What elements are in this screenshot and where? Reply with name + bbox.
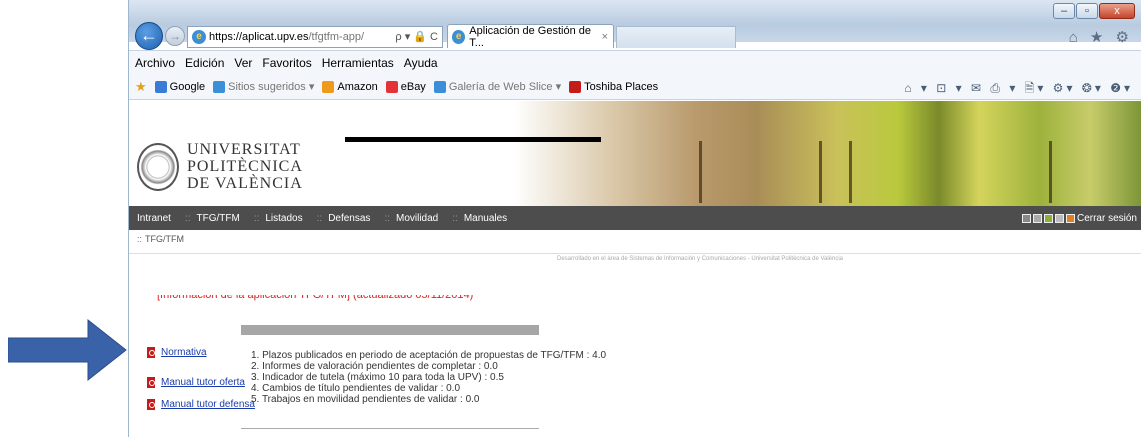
notice-line: [Información de la aplicación TFG/TFM] (… (157, 295, 529, 301)
annotation-arrow (8, 318, 127, 382)
pdf-icon (147, 377, 155, 388)
pdf-icon (147, 399, 155, 410)
fav-ebay[interactable]: eBay (385, 80, 426, 93)
window-controls: – ▫ x (1053, 3, 1135, 19)
web-page: UNIVERSITAT POLITÈCNICA DE VALÈNCIA Intr… (129, 101, 1141, 437)
nav-right: Cerrar sesión (1021, 213, 1137, 224)
menu-edicion[interactable]: Edición (185, 56, 224, 70)
lang-icon[interactable] (1032, 213, 1042, 223)
fav-sitios-sugeridos[interactable]: Sitios sugeridos ▾ (213, 80, 314, 93)
stats-panel-footer (241, 428, 539, 429)
main-nav: Intranet :: TFG/TFM :: Listados :: Defensas… (129, 206, 1141, 230)
nav-listados[interactable]: Listados (265, 213, 302, 224)
maximize-button[interactable]: ▫ (1076, 3, 1098, 19)
tab-close-icon[interactable]: × (602, 31, 608, 43)
pdf-icon (147, 347, 155, 358)
stat-item: Indicador de tutela (máximo 10 para toda… (251, 372, 606, 383)
fav-amazon[interactable]: Amazon (322, 80, 378, 93)
ie-tab-icon: e (452, 29, 466, 44)
upv-logo[interactable]: UNIVERSITAT POLITÈCNICA DE VALÈNCIA (137, 141, 303, 192)
fav-toshiba[interactable]: Toshiba Places (569, 80, 658, 93)
redaction-bar (345, 137, 601, 142)
developer-credit: Desarrollado en el área de Sistemas de I… (129, 253, 1141, 263)
stats-panel-header (241, 325, 539, 335)
close-button[interactable]: x (1099, 3, 1135, 19)
address-host: https://aplicat.upv.es (209, 31, 309, 43)
stat-item: Cambios de título pendientes de validar … (251, 383, 606, 394)
minimize-button[interactable]: – (1053, 3, 1075, 19)
fav-web-slice[interactable]: Galería de Web Slice ▾ (433, 80, 561, 93)
command-bar[interactable]: ⌂ ▾ ⊡ ▾ ✉ ⎙ ▾ 🗎▾ ⚙▾ ❂▾ ❷▾ (904, 79, 1133, 100)
new-tab[interactable] (616, 26, 736, 48)
forward-icon[interactable]: → (165, 26, 185, 46)
menu-ver[interactable]: Ver (234, 56, 252, 70)
back-icon[interactable]: ← (135, 22, 163, 50)
favorites-star-icon[interactable]: ★ (135, 79, 147, 95)
university-name: UNIVERSITAT POLITÈCNICA DE VALÈNCIA (187, 141, 303, 192)
link-manual-tutor-defensa[interactable]: Manual tutor defensa (147, 399, 255, 410)
nav-defensas[interactable]: Defensas (328, 213, 370, 224)
menu-herramientas[interactable]: Herramientas (322, 56, 394, 70)
browser-window: – ▫ x ← → e https://aplicat.upv.es/tfgtf… (128, 0, 1141, 437)
logout-icon (1065, 213, 1075, 223)
breadcrumb-item[interactable]: TFG/TFM (145, 234, 184, 244)
browser-tools-icons[interactable]: ⌂ ★ ⚙ (1069, 28, 1133, 46)
link-manual-tutor-oferta[interactable]: Manual tutor oferta (147, 377, 245, 388)
link-normativa[interactable]: Normativa (147, 347, 207, 358)
lang-icon[interactable] (1021, 213, 1031, 223)
stat-item: Informes de valoración pendientes de com… (251, 361, 606, 372)
tab-title: Aplicación de Gestión de T... (469, 24, 591, 49)
nav-tfg-tfm[interactable]: TFG/TFM (196, 213, 239, 224)
nav-intranet[interactable]: Intranet (137, 213, 171, 224)
stat-item: Trabajos en movilidad pendientes de vali… (251, 394, 606, 405)
menu-favoritos[interactable]: Favoritos (262, 56, 311, 70)
notice-text: [Información de la aplicación TFG/TFM] (… (157, 295, 474, 301)
menu-archivo[interactable]: Archivo (135, 56, 175, 70)
address-bar[interactable]: e https://aplicat.upv.es/tfgtfm-app/ ρ ▾… (187, 26, 443, 48)
address-path: /tfgtfm-app/ (308, 31, 365, 43)
lang-icon[interactable] (1043, 213, 1053, 223)
stats-list: Plazos publicados en periodo de aceptaci… (251, 350, 606, 405)
header-banner: UNIVERSITAT POLITÈCNICA DE VALÈNCIA (129, 101, 1141, 206)
breadcrumb: :: TFG/TFM (137, 234, 185, 244)
nav-movilidad[interactable]: Movilidad (396, 213, 438, 224)
lang-icon[interactable] (1054, 213, 1064, 223)
menu-bar: Archivo Edición Ver Favoritos Herramient… (129, 50, 1141, 74)
tab-active[interactable]: e Aplicación de Gestión de T... × (447, 24, 614, 49)
fav-google[interactable]: Google (154, 80, 205, 93)
menu-ayuda[interactable]: Ayuda (404, 56, 438, 70)
ie-page-icon: e (192, 30, 206, 44)
logout-link[interactable]: Cerrar sesión (1077, 213, 1137, 224)
favorites-bar: ★ Google Sitios sugeridos ▾ Amazon eBay … (129, 74, 1141, 100)
stat-item: Plazos publicados en periodo de aceptaci… (251, 350, 606, 361)
university-seal-icon (137, 142, 179, 191)
address-tools[interactable]: ρ ▾ 🔒 C (395, 30, 438, 43)
nav-manuales[interactable]: Manuales (464, 213, 507, 224)
